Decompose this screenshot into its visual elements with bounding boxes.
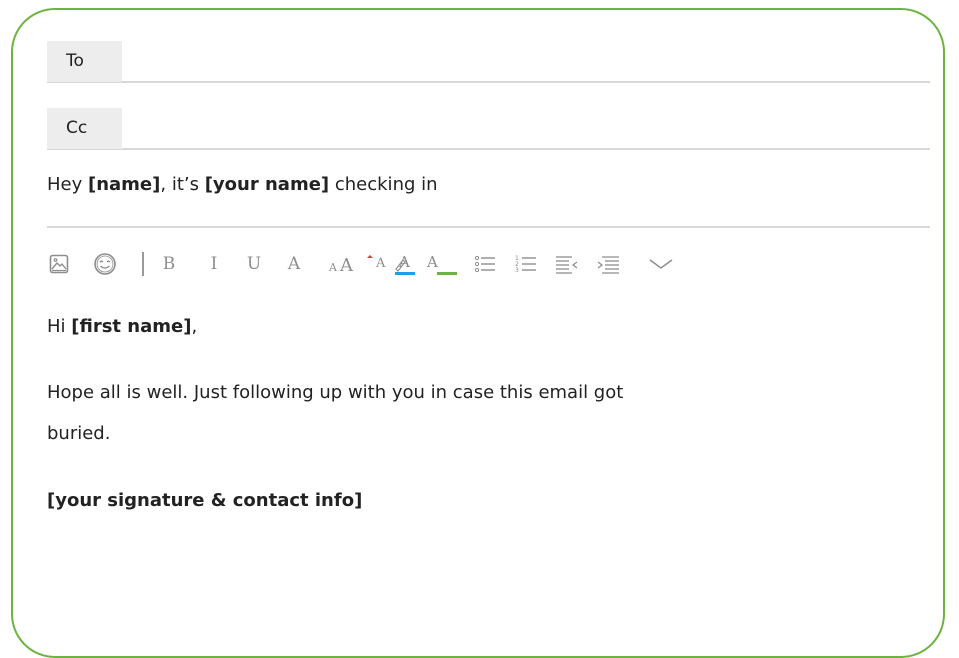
superscript-icon[interactable]: A	[365, 249, 393, 279]
greeting-prefix: Hi	[47, 316, 72, 337]
outdent-icon[interactable]	[554, 249, 580, 279]
body-line-1[interactable]: Hope all is well. Just following up with…	[47, 382, 623, 403]
svg-text:A: A	[375, 256, 386, 271]
highlight-icon[interactable]: A	[425, 249, 459, 279]
image-icon[interactable]	[47, 249, 71, 279]
subject-middle: , it’s	[160, 174, 205, 195]
greeting-name-placeholder: [first name]	[71, 316, 192, 337]
subject-name-placeholder: [name]	[87, 174, 161, 195]
bulleted-list-icon[interactable]	[473, 249, 497, 279]
subject-your-name-placeholder: [your name]	[204, 174, 330, 195]
indent-icon[interactable]	[595, 249, 621, 279]
body-line-2[interactable]: buried.	[47, 423, 110, 444]
numbered-list-icon[interactable]: 1 2 3	[514, 249, 538, 279]
signature-placeholder[interactable]: [your signature & contact info]	[47, 490, 362, 511]
subject-suffix: checking in	[329, 174, 438, 195]
cc-label[interactable]: Cc	[47, 108, 122, 149]
svg-text:3: 3	[515, 267, 519, 274]
svg-text:A: A	[339, 255, 354, 275]
emoji-icon[interactable]	[91, 249, 119, 279]
bold-icon[interactable]: B	[160, 249, 178, 279]
underline-icon[interactable]: U	[245, 249, 263, 279]
svg-text:A: A	[328, 261, 338, 274]
italic-icon[interactable]: I	[205, 249, 223, 279]
font-size-icon[interactable]: A A	[328, 249, 362, 279]
svg-text:A: A	[426, 253, 438, 271]
cc-field-row[interactable]: Cc	[47, 108, 930, 150]
subject-field[interactable]: Hey [name], it’s [your name] checking in	[47, 174, 438, 195]
toolbar-separator	[142, 252, 144, 276]
to-label[interactable]: To	[47, 41, 122, 82]
to-field-row[interactable]: To	[47, 41, 930, 83]
subject-prefix: Hey	[47, 174, 88, 195]
greeting-line[interactable]: Hi [first name],	[47, 316, 197, 337]
more-chevron-icon[interactable]	[647, 249, 675, 279]
formatting-toolbar: B I U A A A A A A 1 2 3	[47, 249, 747, 279]
font-icon[interactable]: A	[285, 249, 303, 279]
subject-divider	[47, 226, 930, 228]
text-color-icon[interactable]: A	[393, 249, 427, 279]
greeting-suffix: ,	[191, 316, 198, 337]
